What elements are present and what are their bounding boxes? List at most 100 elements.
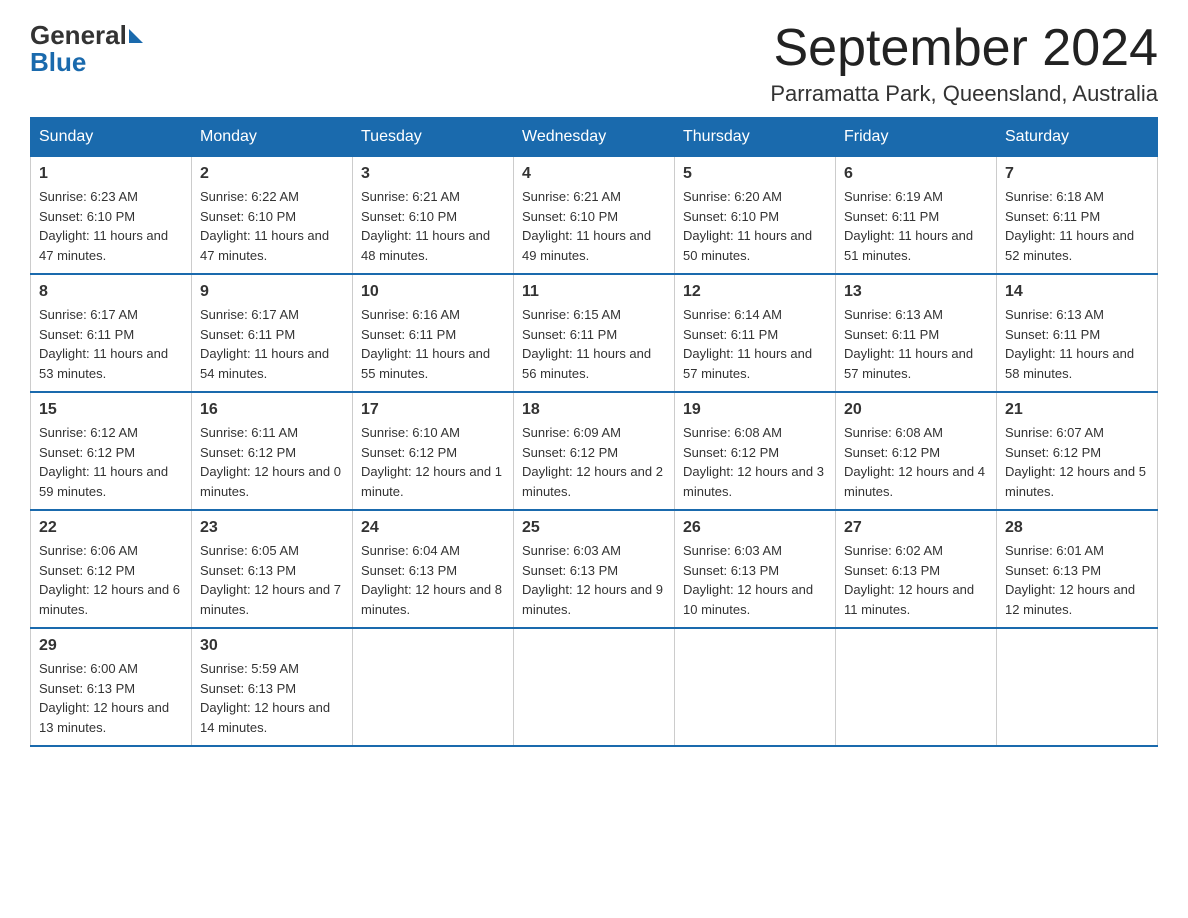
day-number: 23	[200, 519, 344, 537]
day-number: 20	[844, 401, 988, 419]
day-info: Sunrise: 6:17 AMSunset: 6:11 PMDaylight:…	[200, 305, 344, 383]
calendar-cell: 28 Sunrise: 6:01 AMSunset: 6:13 PMDaylig…	[997, 510, 1158, 628]
day-info: Sunrise: 6:13 AMSunset: 6:11 PMDaylight:…	[1005, 305, 1149, 383]
day-number: 28	[1005, 519, 1149, 537]
day-info: Sunrise: 6:03 AMSunset: 6:13 PMDaylight:…	[683, 541, 827, 619]
calendar-cell: 3 Sunrise: 6:21 AMSunset: 6:10 PMDayligh…	[353, 157, 514, 275]
day-info: Sunrise: 6:06 AMSunset: 6:12 PMDaylight:…	[39, 541, 183, 619]
day-number: 22	[39, 519, 183, 537]
calendar-header-wednesday: Wednesday	[514, 118, 675, 157]
calendar-header-friday: Friday	[836, 118, 997, 157]
day-number: 3	[361, 165, 505, 183]
calendar-cell: 18 Sunrise: 6:09 AMSunset: 6:12 PMDaylig…	[514, 392, 675, 510]
day-info: Sunrise: 6:00 AMSunset: 6:13 PMDaylight:…	[39, 659, 183, 737]
day-info: Sunrise: 6:09 AMSunset: 6:12 PMDaylight:…	[522, 423, 666, 501]
calendar-cell: 2 Sunrise: 6:22 AMSunset: 6:10 PMDayligh…	[192, 157, 353, 275]
calendar-week-row: 15 Sunrise: 6:12 AMSunset: 6:12 PMDaylig…	[31, 392, 1158, 510]
calendar-cell: 16 Sunrise: 6:11 AMSunset: 6:12 PMDaylig…	[192, 392, 353, 510]
day-info: Sunrise: 6:13 AMSunset: 6:11 PMDaylight:…	[844, 305, 988, 383]
day-number: 13	[844, 283, 988, 301]
calendar-header-tuesday: Tuesday	[353, 118, 514, 157]
day-info: Sunrise: 6:12 AMSunset: 6:12 PMDaylight:…	[39, 423, 183, 501]
calendar-cell: 12 Sunrise: 6:14 AMSunset: 6:11 PMDaylig…	[675, 274, 836, 392]
calendar-cell: 22 Sunrise: 6:06 AMSunset: 6:12 PMDaylig…	[31, 510, 192, 628]
calendar-header-sunday: Sunday	[31, 118, 192, 157]
day-info: Sunrise: 6:21 AMSunset: 6:10 PMDaylight:…	[522, 187, 666, 265]
calendar-cell: 8 Sunrise: 6:17 AMSunset: 6:11 PMDayligh…	[31, 274, 192, 392]
day-number: 19	[683, 401, 827, 419]
day-number: 26	[683, 519, 827, 537]
calendar-cell: 13 Sunrise: 6:13 AMSunset: 6:11 PMDaylig…	[836, 274, 997, 392]
calendar-week-row: 29 Sunrise: 6:00 AMSunset: 6:13 PMDaylig…	[31, 628, 1158, 746]
calendar-cell: 4 Sunrise: 6:21 AMSunset: 6:10 PMDayligh…	[514, 157, 675, 275]
day-info: Sunrise: 6:02 AMSunset: 6:13 PMDaylight:…	[844, 541, 988, 619]
day-info: Sunrise: 6:17 AMSunset: 6:11 PMDaylight:…	[39, 305, 183, 383]
day-number: 27	[844, 519, 988, 537]
day-number: 6	[844, 165, 988, 183]
calendar-cell: 20 Sunrise: 6:08 AMSunset: 6:12 PMDaylig…	[836, 392, 997, 510]
day-info: Sunrise: 6:23 AMSunset: 6:10 PMDaylight:…	[39, 187, 183, 265]
calendar-week-row: 22 Sunrise: 6:06 AMSunset: 6:12 PMDaylig…	[31, 510, 1158, 628]
calendar-cell: 11 Sunrise: 6:15 AMSunset: 6:11 PMDaylig…	[514, 274, 675, 392]
day-info: Sunrise: 6:19 AMSunset: 6:11 PMDaylight:…	[844, 187, 988, 265]
calendar-cell: 15 Sunrise: 6:12 AMSunset: 6:12 PMDaylig…	[31, 392, 192, 510]
calendar-cell	[675, 628, 836, 746]
day-number: 25	[522, 519, 666, 537]
day-number: 5	[683, 165, 827, 183]
calendar-cell: 30 Sunrise: 5:59 AMSunset: 6:13 PMDaylig…	[192, 628, 353, 746]
page-header: General Blue September 2024 Parramatta P…	[30, 20, 1158, 107]
calendar-cell: 1 Sunrise: 6:23 AMSunset: 6:10 PMDayligh…	[31, 157, 192, 275]
calendar-week-row: 1 Sunrise: 6:23 AMSunset: 6:10 PMDayligh…	[31, 157, 1158, 275]
month-title: September 2024	[770, 20, 1158, 77]
calendar-cell: 25 Sunrise: 6:03 AMSunset: 6:13 PMDaylig…	[514, 510, 675, 628]
day-info: Sunrise: 6:20 AMSunset: 6:10 PMDaylight:…	[683, 187, 827, 265]
calendar-week-row: 8 Sunrise: 6:17 AMSunset: 6:11 PMDayligh…	[31, 274, 1158, 392]
day-info: Sunrise: 6:10 AMSunset: 6:12 PMDaylight:…	[361, 423, 505, 501]
day-info: Sunrise: 6:03 AMSunset: 6:13 PMDaylight:…	[522, 541, 666, 619]
calendar-cell: 9 Sunrise: 6:17 AMSunset: 6:11 PMDayligh…	[192, 274, 353, 392]
day-info: Sunrise: 6:22 AMSunset: 6:10 PMDaylight:…	[200, 187, 344, 265]
day-info: Sunrise: 6:18 AMSunset: 6:11 PMDaylight:…	[1005, 187, 1149, 265]
title-section: September 2024 Parramatta Park, Queensla…	[770, 20, 1158, 107]
day-number: 16	[200, 401, 344, 419]
day-number: 12	[683, 283, 827, 301]
calendar-cell	[836, 628, 997, 746]
logo: General Blue	[30, 20, 143, 78]
calendar-header-thursday: Thursday	[675, 118, 836, 157]
calendar-cell: 27 Sunrise: 6:02 AMSunset: 6:13 PMDaylig…	[836, 510, 997, 628]
day-info: Sunrise: 6:08 AMSunset: 6:12 PMDaylight:…	[844, 423, 988, 501]
day-info: Sunrise: 6:11 AMSunset: 6:12 PMDaylight:…	[200, 423, 344, 501]
calendar-cell: 17 Sunrise: 6:10 AMSunset: 6:12 PMDaylig…	[353, 392, 514, 510]
calendar-cell	[997, 628, 1158, 746]
day-info: Sunrise: 6:14 AMSunset: 6:11 PMDaylight:…	[683, 305, 827, 383]
day-info: Sunrise: 6:01 AMSunset: 6:13 PMDaylight:…	[1005, 541, 1149, 619]
day-number: 29	[39, 637, 183, 655]
day-number: 7	[1005, 165, 1149, 183]
calendar-header-row: SundayMondayTuesdayWednesdayThursdayFrid…	[31, 118, 1158, 157]
calendar-cell: 5 Sunrise: 6:20 AMSunset: 6:10 PMDayligh…	[675, 157, 836, 275]
day-info: Sunrise: 6:08 AMSunset: 6:12 PMDaylight:…	[683, 423, 827, 501]
calendar-header-saturday: Saturday	[997, 118, 1158, 157]
calendar-cell: 21 Sunrise: 6:07 AMSunset: 6:12 PMDaylig…	[997, 392, 1158, 510]
day-number: 17	[361, 401, 505, 419]
calendar-cell: 7 Sunrise: 6:18 AMSunset: 6:11 PMDayligh…	[997, 157, 1158, 275]
calendar-table: SundayMondayTuesdayWednesdayThursdayFrid…	[30, 117, 1158, 747]
day-info: Sunrise: 6:16 AMSunset: 6:11 PMDaylight:…	[361, 305, 505, 383]
day-info: Sunrise: 6:15 AMSunset: 6:11 PMDaylight:…	[522, 305, 666, 383]
calendar-cell: 29 Sunrise: 6:00 AMSunset: 6:13 PMDaylig…	[31, 628, 192, 746]
calendar-cell	[353, 628, 514, 746]
calendar-cell: 23 Sunrise: 6:05 AMSunset: 6:13 PMDaylig…	[192, 510, 353, 628]
calendar-cell: 26 Sunrise: 6:03 AMSunset: 6:13 PMDaylig…	[675, 510, 836, 628]
day-number: 4	[522, 165, 666, 183]
day-info: Sunrise: 6:21 AMSunset: 6:10 PMDaylight:…	[361, 187, 505, 265]
location-title: Parramatta Park, Queensland, Australia	[770, 81, 1158, 107]
day-number: 1	[39, 165, 183, 183]
day-info: Sunrise: 6:04 AMSunset: 6:13 PMDaylight:…	[361, 541, 505, 619]
day-number: 30	[200, 637, 344, 655]
day-info: Sunrise: 6:07 AMSunset: 6:12 PMDaylight:…	[1005, 423, 1149, 501]
day-number: 15	[39, 401, 183, 419]
day-number: 9	[200, 283, 344, 301]
calendar-header-monday: Monday	[192, 118, 353, 157]
calendar-cell: 24 Sunrise: 6:04 AMSunset: 6:13 PMDaylig…	[353, 510, 514, 628]
calendar-cell: 6 Sunrise: 6:19 AMSunset: 6:11 PMDayligh…	[836, 157, 997, 275]
